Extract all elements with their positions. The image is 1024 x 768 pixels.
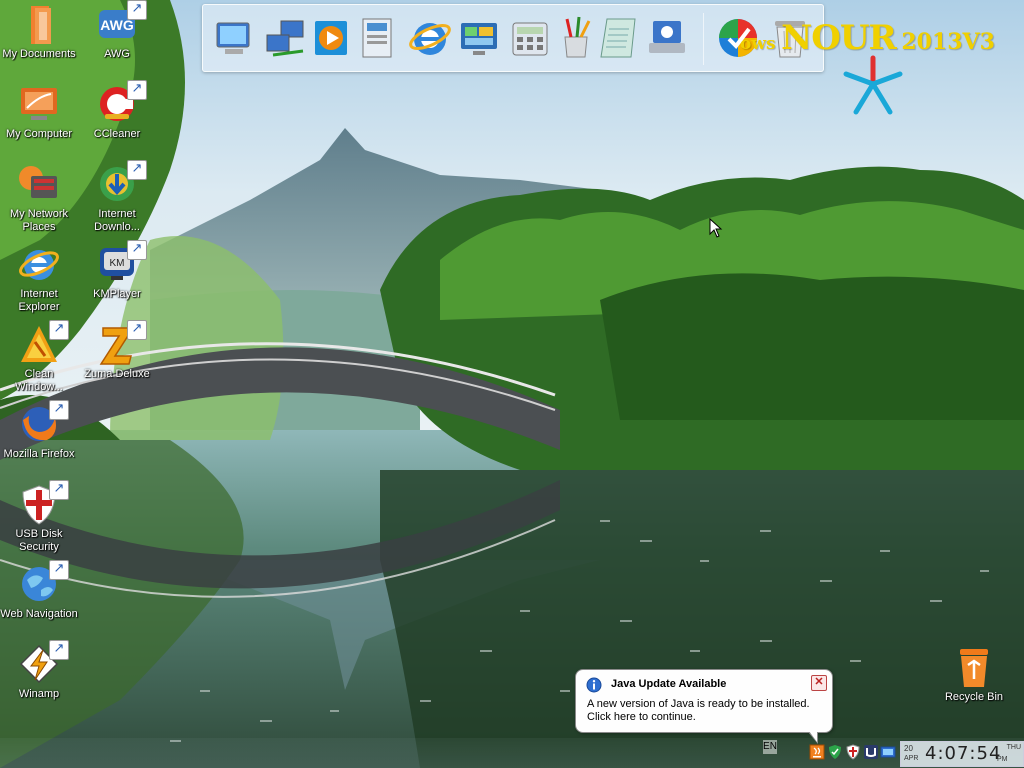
desktop-icon-zuma-deluxe[interactable]: ↗ Zuma Deluxe	[78, 320, 156, 398]
brand-text: ows NOUR 2013V3	[740, 18, 995, 58]
desktop-icon-label: Winamp	[18, 688, 60, 700]
desktop-icon-label: My Network Places	[9, 208, 69, 233]
documents-icon[interactable]	[357, 15, 403, 61]
desktop-icon-label: KMPlayer	[93, 288, 141, 300]
brand-part-3: 2013V3	[901, 29, 995, 55]
desktop-icon-label: My Computer	[5, 128, 73, 140]
desktop-icon-mozilla-firefox[interactable]: ↗ Mozilla Firefox	[0, 400, 78, 478]
clock-time: 4:07:54	[925, 743, 1002, 764]
desktop-icon-label: Mozilla Firefox	[3, 448, 75, 460]
security-shield-tray-icon[interactable]	[827, 744, 843, 760]
clock-ampm: PM	[997, 756, 1008, 763]
desktop-icon-label: Recycle Bin	[944, 691, 1004, 703]
desktop-icon-internet-download[interactable]: ↗ Internet Downlo...	[78, 160, 156, 238]
internet-explorer-icon	[19, 250, 59, 280]
desktop-icon-label: USB Disk Security	[15, 528, 63, 553]
desktop-icon-kmplayer[interactable]: KM ↗ KMPlayer	[78, 240, 156, 318]
folder-icon	[31, 6, 51, 44]
shortcut-arrow-icon: ↗	[127, 80, 147, 100]
shortcut-arrow-icon: ↗	[49, 640, 69, 660]
desktop-icon-internet-explorer[interactable]: Internet Explorer	[0, 242, 78, 318]
language-indicator[interactable]: EN	[763, 740, 777, 754]
notification-title: Java Update Available	[611, 678, 727, 690]
desktop-icon-recycle-bin[interactable]: Recycle Bin	[935, 645, 1013, 721]
brand-part-1: ows	[740, 34, 776, 54]
notepad-icon[interactable]	[597, 15, 643, 61]
java-update-notification[interactable]: Java Update Available ✕ A new version of…	[575, 669, 833, 744]
top-dock	[202, 4, 824, 72]
notification-message[interactable]: A new version of Java is ready to be ins…	[587, 698, 827, 724]
shortcut-arrow-icon: ↗	[127, 320, 147, 340]
clock-month: APR	[904, 755, 919, 762]
shortcut-arrow-icon: ↗	[49, 480, 69, 500]
desktop-icon-label: My Documents	[2, 48, 76, 60]
desktop-icon-my-computer[interactable]: My Computer	[0, 82, 78, 158]
calculator-icon[interactable]	[507, 15, 553, 61]
desktop-icon-label: Web Navigation	[0, 608, 78, 620]
mouse-cursor-icon	[709, 218, 723, 238]
shortcut-arrow-icon: ↗	[127, 160, 147, 180]
computer-icon[interactable]	[211, 15, 257, 61]
svg-text:KM: KM	[110, 258, 125, 269]
desktop-icon-winamp[interactable]: ↗ Winamp	[0, 640, 78, 718]
control-panel-icon[interactable]	[457, 15, 503, 61]
desktop-icon-clean-windows[interactable]: ↗ Clean Window...	[0, 320, 78, 398]
desktop-icon-my-network-places[interactable]: My Network Places	[0, 162, 78, 238]
taskbar-clock[interactable]: 20 APR 4:07:54 PM THU	[900, 741, 1024, 767]
shortcut-arrow-icon: ↗	[127, 0, 147, 20]
shortcut-arrow-icon: ↗	[49, 400, 69, 420]
desktop-icon-usb-disk-security[interactable]: ↗ USB Disk Security	[0, 480, 78, 558]
star-logo-icon	[843, 55, 903, 115]
internet-explorer-icon[interactable]	[407, 15, 453, 61]
computer-icon	[21, 88, 57, 120]
desktop-icon-label: Internet Downlo...	[94, 208, 140, 233]
paint-icon[interactable]	[553, 15, 599, 61]
dock-separator	[703, 13, 704, 65]
desktop-icon-label: AWG	[104, 48, 130, 60]
shortcut-arrow-icon: ↗	[49, 320, 69, 340]
close-icon[interactable]: ✕	[811, 675, 827, 691]
desktop-icon-label: Zuma Deluxe	[84, 368, 150, 380]
desktop-icon-ccleaner[interactable]: ↗ CCleaner	[78, 80, 156, 158]
clock-day: THU	[1006, 744, 1021, 751]
desktop-icon-label: Clean Window...	[15, 368, 63, 393]
recycle-bin-icon	[960, 649, 988, 687]
shortcut-arrow-icon: ↗	[127, 240, 147, 260]
disk-cleanup-icon[interactable]	[645, 15, 691, 61]
info-icon	[586, 677, 602, 693]
brand-part-2: NOUR	[781, 18, 897, 58]
network-icon[interactable]	[263, 15, 309, 61]
shortcut-arrow-icon: ↗	[49, 560, 69, 580]
media-player-icon[interactable]	[311, 15, 357, 61]
desktop-icon-label: Internet Explorer	[18, 288, 60, 313]
desktop-icon-my-documents[interactable]: My Documents	[0, 2, 78, 78]
desktop-icon-awg[interactable]: AWG ↗ AWG	[78, 0, 156, 78]
display-tray-icon[interactable]	[880, 744, 896, 760]
clock-date: 20	[904, 744, 913, 753]
update-tray-icon[interactable]	[863, 744, 879, 760]
usb-security-tray-icon[interactable]	[845, 744, 861, 760]
network-places-icon	[19, 166, 57, 198]
desktop-icon-label: CCleaner	[93, 128, 141, 140]
java-tray-icon[interactable]	[809, 744, 825, 760]
desktop-icon-web-navigation[interactable]: ↗ Web Navigation	[0, 560, 78, 638]
